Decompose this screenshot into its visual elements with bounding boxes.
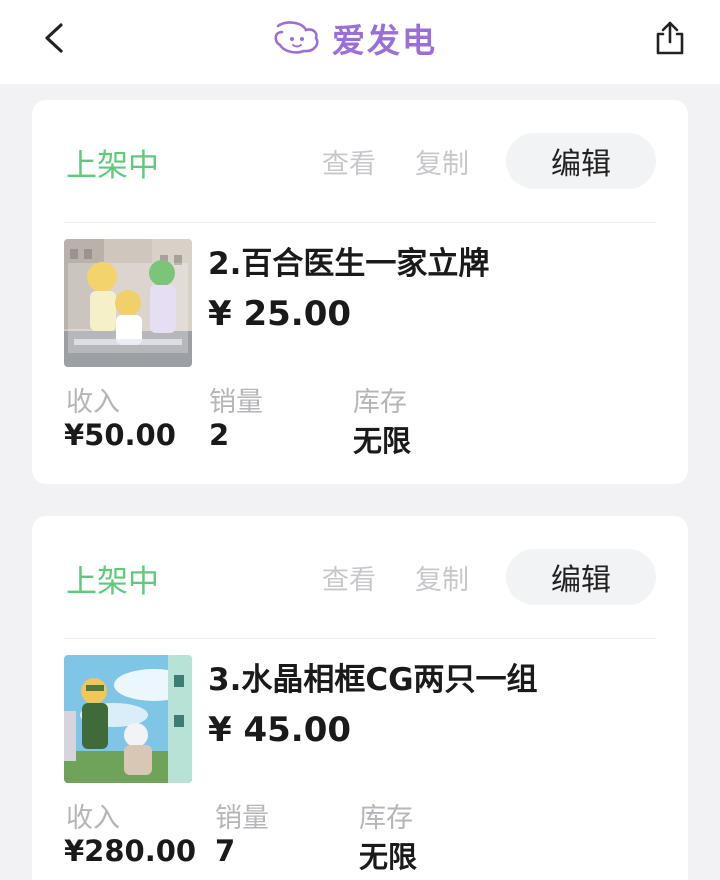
income-value: ¥280.00 bbox=[64, 834, 197, 868]
afdian-logo-icon bbox=[274, 21, 319, 54]
copy-button[interactable]: 复制 bbox=[415, 142, 469, 181]
page-title: 爱发电 bbox=[332, 21, 437, 60]
view-button[interactable]: 查看 bbox=[322, 558, 376, 597]
divider bbox=[64, 222, 656, 223]
product-image[interactable] bbox=[64, 239, 192, 367]
view-button[interactable]: 查看 bbox=[322, 142, 376, 181]
stock-label: 库存 bbox=[359, 803, 413, 834]
edit-button[interactable]: 编辑 bbox=[506, 133, 656, 189]
product-card: 上架中 查看 复制 编辑 2.百合医生一家立牌 ¥ 25.00 收入 ¥50.0… bbox=[32, 100, 688, 484]
sales-value: 2 bbox=[209, 418, 230, 452]
chevron-left-icon bbox=[45, 23, 63, 53]
stock-value: 无限 bbox=[353, 424, 412, 458]
sales-label: 销量 bbox=[209, 387, 263, 418]
product-title[interactable]: 3.水晶相框CG两只一组 bbox=[208, 654, 538, 699]
product-card: 上架中 查看 复制 编辑 3.水晶相框CG两只一组 ¥ 45.00 收入 ¥28… bbox=[32, 516, 688, 880]
sales-label: 销量 bbox=[215, 803, 269, 834]
share-button[interactable] bbox=[644, 12, 696, 64]
app-brand: 爱发电 bbox=[272, 14, 437, 62]
sales-value: 7 bbox=[215, 834, 236, 868]
product-price: ¥ 25.00 bbox=[208, 294, 352, 334]
status-badge: 上架中 bbox=[66, 148, 159, 184]
copy-button[interactable]: 复制 bbox=[415, 558, 469, 597]
share-upload-icon bbox=[656, 21, 684, 55]
income-value: ¥50.00 bbox=[64, 418, 176, 452]
edit-button[interactable]: 编辑 bbox=[506, 549, 656, 605]
divider bbox=[64, 638, 656, 639]
back-button[interactable] bbox=[30, 12, 78, 64]
income-label: 收入 bbox=[66, 387, 120, 418]
stock-label: 库存 bbox=[353, 387, 407, 418]
stock-value: 无限 bbox=[359, 840, 418, 874]
status-badge: 上架中 bbox=[66, 564, 159, 600]
top-bar: 爱发电 bbox=[0, 0, 720, 84]
product-title[interactable]: 2.百合医生一家立牌 bbox=[208, 238, 489, 283]
income-label: 收入 bbox=[66, 803, 120, 834]
product-price: ¥ 45.00 bbox=[208, 710, 352, 750]
product-image[interactable] bbox=[64, 655, 192, 783]
